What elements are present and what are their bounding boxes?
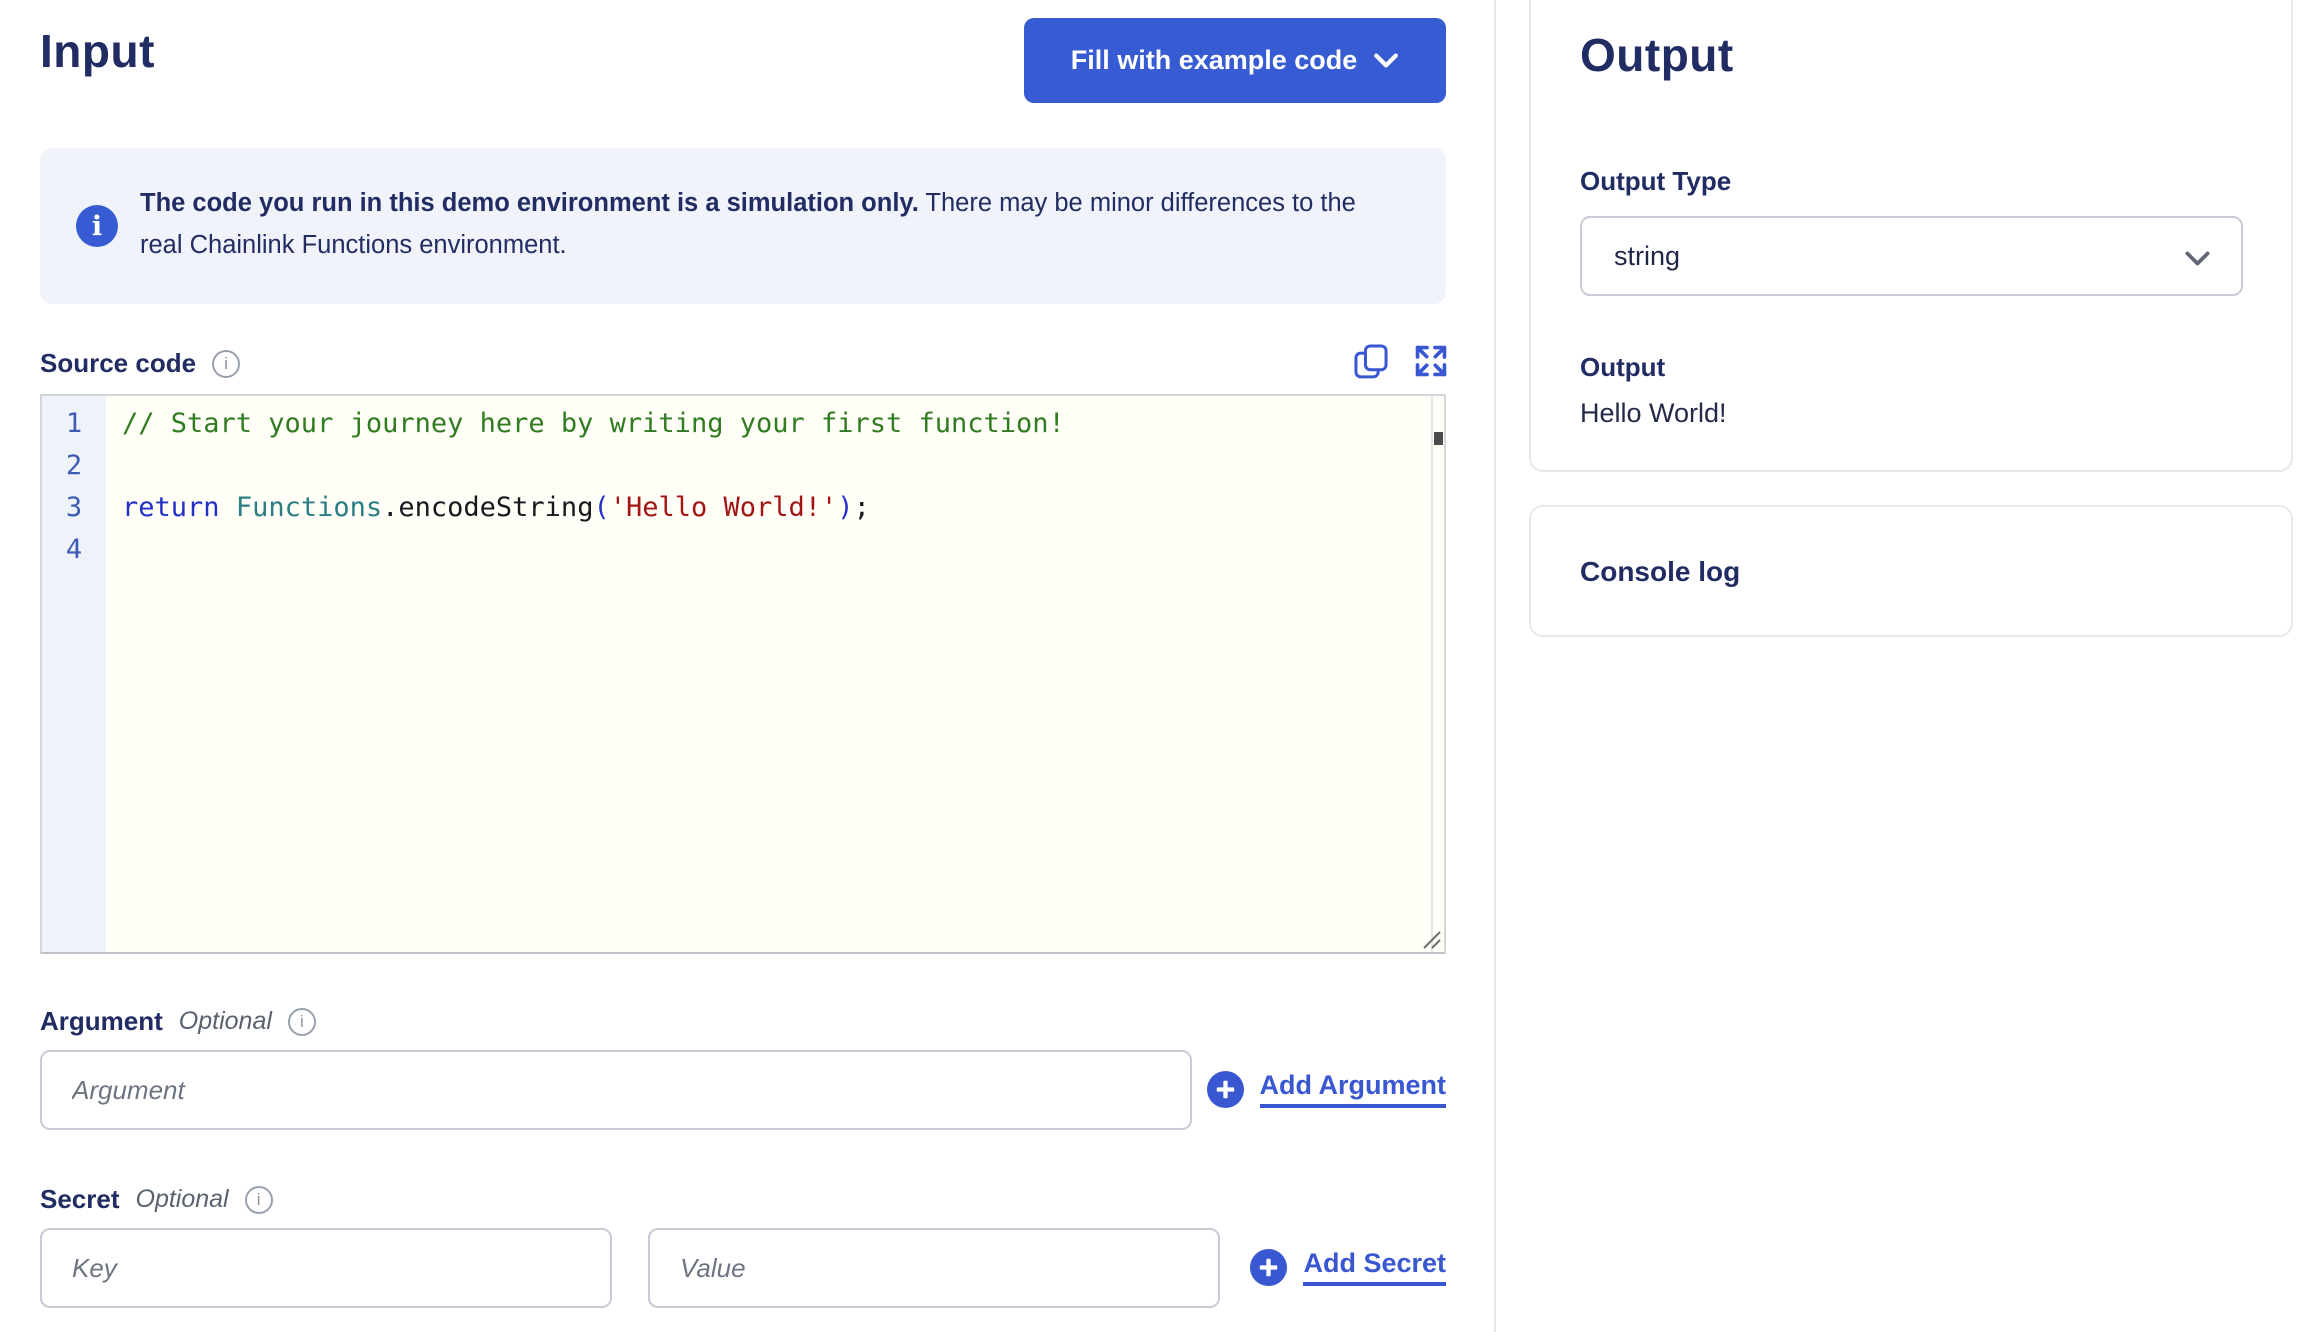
panel-divider	[1494, 0, 1496, 1332]
secret-key-input[interactable]	[40, 1228, 612, 1308]
line-number: 2	[65, 450, 83, 481]
notice-bold-text: The code you run in this demo environmen…	[140, 189, 919, 217]
line-number: 3	[65, 492, 83, 523]
code-line: return Functions.encodeString('Hello Wor…	[122, 492, 870, 523]
chevron-down-icon	[2185, 251, 2210, 266]
secret-info-icon[interactable]: i	[244, 1185, 273, 1214]
simulation-notice-banner: i The code you run in this demo environm…	[40, 148, 1446, 304]
plus-circle-icon	[1206, 1070, 1244, 1108]
add-secret-button[interactable]: Add Secret	[1250, 1248, 1446, 1286]
chevron-down-icon	[1374, 53, 1399, 68]
output-type-selected-value: string	[1614, 240, 1681, 271]
expand-code-icon[interactable]	[1412, 342, 1450, 380]
output-panel-title: Output	[1580, 29, 1734, 81]
input-panel-title: Input	[40, 25, 155, 77]
secret-value-input[interactable]	[648, 1228, 1220, 1308]
output-result-value: Hello World!	[1580, 398, 1727, 428]
info-icon: i	[76, 205, 118, 247]
editor-scrollbar-thumb[interactable]	[1434, 432, 1443, 445]
argument-info-icon[interactable]: i	[287, 1007, 316, 1036]
fill-with-example-code-label: Fill with example code	[1070, 45, 1358, 75]
editor-scrollbar[interactable]	[1431, 396, 1444, 952]
secret-optional-label: Optional	[135, 1185, 229, 1213]
fill-with-example-code-button[interactable]: Fill with example code	[1024, 18, 1446, 103]
simulation-notice-text: The code you run in this demo environmen…	[140, 182, 1405, 266]
copy-code-icon[interactable]	[1352, 342, 1390, 380]
output-type-label: Output Type	[1580, 166, 1732, 196]
line-number: 4	[65, 534, 83, 565]
source-code-info-icon[interactable]: i	[212, 349, 241, 378]
line-number: 1	[65, 408, 83, 439]
output-type-select[interactable]: string	[1580, 216, 2243, 296]
secret-label: Secret	[40, 1184, 120, 1214]
add-argument-button[interactable]: Add Argument	[1206, 1070, 1446, 1108]
argument-input[interactable]	[40, 1050, 1192, 1130]
output-result-label: Output	[1580, 352, 1666, 382]
source-code-label: Source code	[40, 348, 197, 378]
add-argument-label: Add Argument	[1259, 1070, 1446, 1108]
editor-code[interactable]: // Start your journey here by writing yo…	[106, 396, 1444, 952]
add-secret-label: Add Secret	[1303, 1248, 1446, 1286]
plus-circle-icon	[1250, 1248, 1288, 1286]
argument-optional-label: Optional	[178, 1007, 272, 1035]
console-log-label: Console log	[1580, 556, 1741, 587]
source-code-editor[interactable]: 1 2 3 4 // Start your journey here by writi…	[40, 394, 1446, 954]
chainlink-functions-playground: Input Fill with example code i The code …	[0, 0, 2324, 1332]
code-line: // Start your journey here by writing yo…	[122, 408, 1065, 439]
editor-resize-handle[interactable]	[1420, 928, 1442, 950]
argument-label: Argument	[40, 1006, 163, 1036]
editor-gutter: 1 2 3 4	[42, 396, 106, 952]
